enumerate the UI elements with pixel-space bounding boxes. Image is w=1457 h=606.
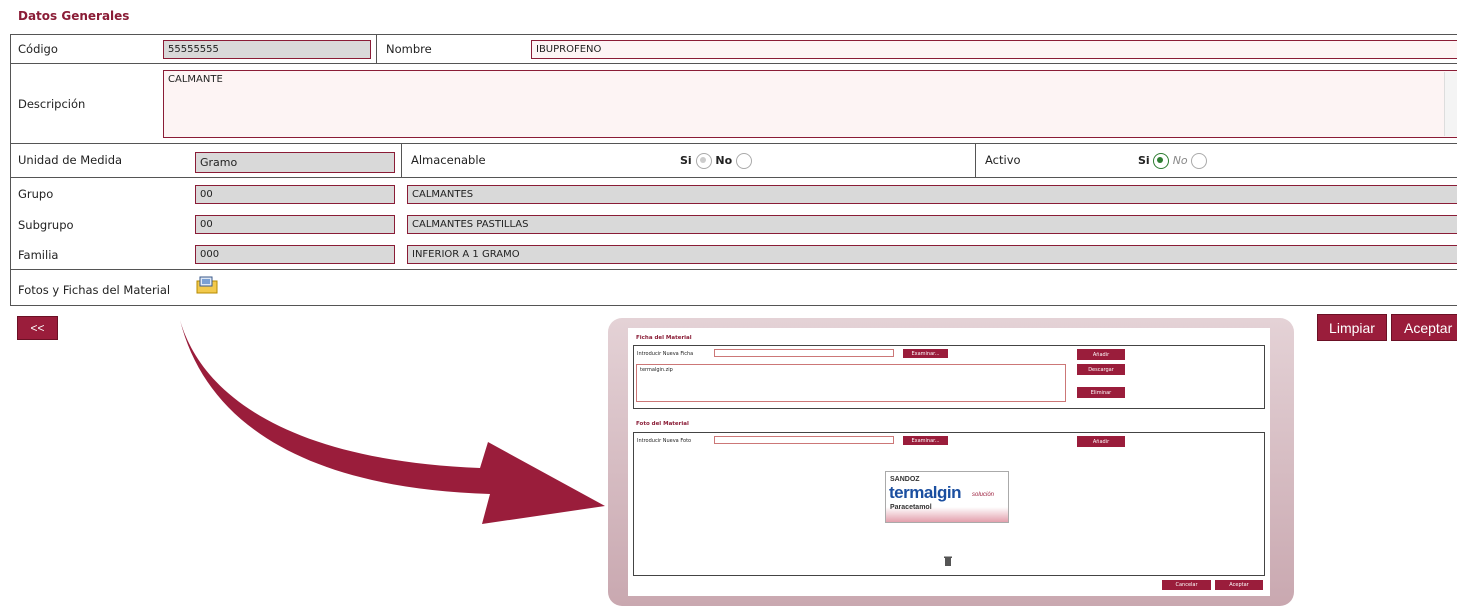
- almacenable-no-label: No: [715, 154, 733, 167]
- ficha-file-item[interactable]: termalgin.zip: [640, 367, 673, 373]
- subgrupo-label: Subgrupo: [18, 218, 74, 232]
- almacenable-si-radio[interactable]: [695, 153, 712, 169]
- nombre-field[interactable]: IBUPROFENO: [531, 40, 1457, 59]
- popup-cancelar-button[interactable]: Cancelar: [1162, 580, 1211, 590]
- activo-no-radio[interactable]: [1191, 153, 1208, 169]
- eliminar-button[interactable]: Eliminar: [1077, 387, 1125, 398]
- familia-code-field[interactable]: 000: [195, 245, 395, 264]
- activo-radios: Si No: [1138, 153, 1208, 169]
- aceptar-button[interactable]: Aceptar: [1391, 314, 1457, 341]
- unidad-field[interactable]: Gramo: [195, 152, 395, 173]
- nueva-foto-input[interactable]: [714, 436, 894, 444]
- subgrupo-name-field[interactable]: CALMANTES PASTILLAS: [407, 215, 1457, 234]
- codigo-field[interactable]: 55555555: [163, 40, 371, 59]
- grupo-label: Grupo: [18, 187, 54, 201]
- product-image: SANDOZ termalgin solución Paracetamol: [885, 471, 1009, 523]
- almacenable-radios: Si No: [680, 153, 752, 169]
- limpiar-button[interactable]: Limpiar: [1317, 314, 1387, 341]
- grupo-code-field[interactable]: 00: [195, 185, 395, 204]
- codigo-label: Código: [18, 42, 58, 56]
- familia-label: Familia: [18, 248, 59, 262]
- textarea-scrollbar[interactable]: [1444, 72, 1457, 136]
- product-name: termalgin: [889, 483, 962, 502]
- ficha-file-list[interactable]: termalgin.zip: [636, 364, 1066, 402]
- grupo-name-field[interactable]: CALMANTES: [407, 185, 1457, 204]
- subgrupo-code-field[interactable]: 00: [195, 215, 395, 234]
- product-brand: SANDOZ: [890, 476, 920, 483]
- foto-examinar-button[interactable]: Examinar...: [903, 436, 948, 445]
- ficha-anadir-button[interactable]: Añadir: [1077, 349, 1125, 360]
- almacenable-no-radio[interactable]: [736, 153, 752, 169]
- back-button[interactable]: <<: [17, 316, 58, 340]
- almacenable-si-label: Si: [680, 154, 692, 167]
- product-variant: solución: [972, 492, 995, 498]
- activo-no-label: No: [1172, 154, 1188, 167]
- product-sub: Paracetamol: [890, 504, 932, 511]
- ficha-examinar-button[interactable]: Examinar...: [903, 349, 948, 358]
- activo-label: Activo: [985, 153, 1021, 167]
- photo-folder-icon[interactable]: [196, 276, 218, 297]
- fotos-label: Fotos y Fichas del Material: [18, 283, 171, 297]
- ficha-title: Ficha del Material: [636, 335, 692, 341]
- almacenable-label: Almacenable: [411, 153, 486, 167]
- familia-name-field[interactable]: INFERIOR A 1 GRAMO: [407, 245, 1457, 264]
- unidad-label: Unidad de Medida: [18, 153, 123, 167]
- trash-icon[interactable]: [944, 556, 952, 568]
- popup-aceptar-button[interactable]: Aceptar: [1215, 580, 1263, 590]
- nueva-foto-label: Introducir Nueva Foto: [637, 438, 692, 444]
- foto-title: Foto del Material: [636, 421, 689, 427]
- descripcion-textarea[interactable]: CALMANTE: [163, 70, 1457, 138]
- activo-si-radio[interactable]: [1153, 153, 1170, 169]
- foto-anadir-button[interactable]: Añadir: [1077, 436, 1125, 447]
- material-popup: Ficha del Material Introducir Nueva Fich…: [628, 328, 1270, 596]
- nueva-ficha-label: Introducir Nueva Ficha: [637, 351, 694, 357]
- section-title: Datos Generales: [18, 9, 130, 23]
- nueva-ficha-input[interactable]: [714, 349, 894, 357]
- descripcion-label: Descripción: [18, 97, 86, 111]
- curved-arrow-icon: [180, 320, 605, 524]
- activo-si-label: Si: [1138, 154, 1150, 167]
- descargar-button[interactable]: Descargar: [1077, 364, 1125, 375]
- nombre-label: Nombre: [386, 42, 432, 56]
